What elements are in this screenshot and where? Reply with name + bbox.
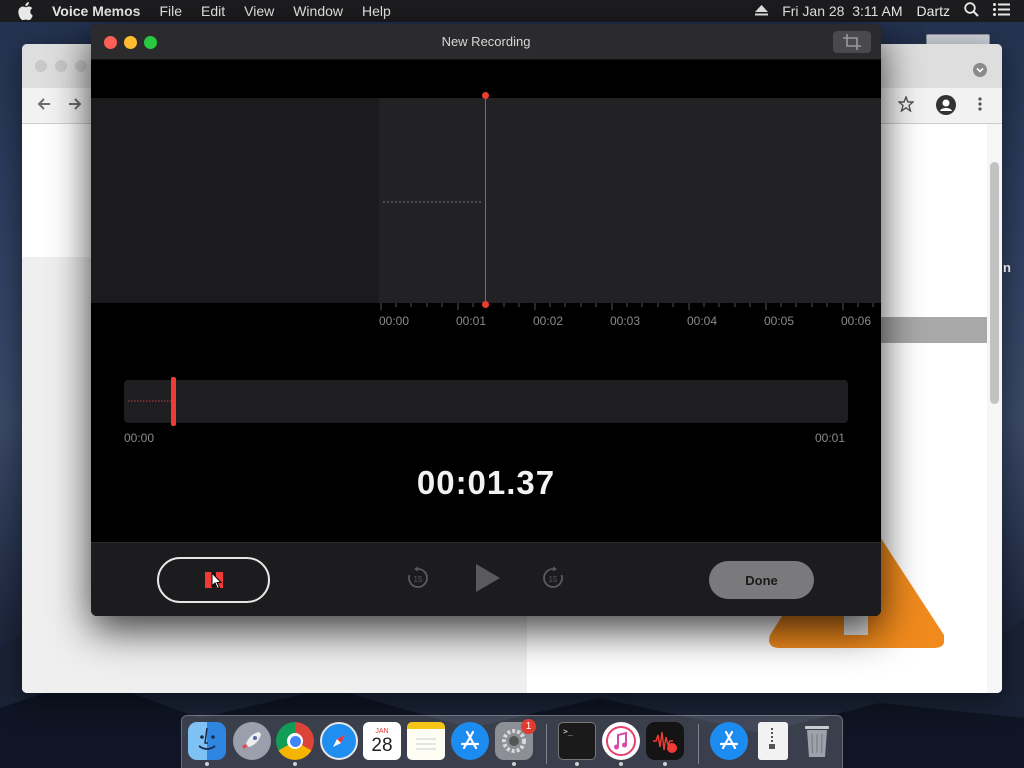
browser-tab-menu-icon[interactable] (973, 63, 987, 77)
downloads-app-store-icon[interactable] (710, 722, 748, 760)
calendar-icon[interactable]: JAN 28 (363, 722, 401, 760)
calendar-day: 28 (371, 734, 393, 756)
menubar-user[interactable]: Dartz (917, 3, 950, 19)
dock: JAN 28 1 >_ (181, 715, 843, 768)
skip-back-icon: 15 (408, 566, 428, 588)
elapsed-timer: 00:01.37 (416, 464, 556, 501)
app-store-icon[interactable] (451, 722, 489, 760)
overview-start-time: 00:00 (124, 431, 155, 445)
overview-scrubber[interactable] (124, 380, 848, 423)
finder-icon[interactable] (188, 722, 226, 760)
control-bar: 15 15 Done (91, 542, 881, 616)
launchpad-icon[interactable] (233, 722, 271, 760)
voice-memos-icon[interactable] (646, 722, 684, 760)
window-titlebar: New Recording (91, 24, 881, 60)
skip-forward-label: 15 (549, 575, 558, 584)
running-indicator (512, 762, 516, 766)
document-icon[interactable] (758, 722, 788, 760)
pause-recording-button[interactable] (157, 557, 270, 603)
overview-end-time: 00:01 (815, 431, 846, 445)
overview-waveform-trace (128, 400, 173, 402)
browser-minimize-button[interactable] (55, 60, 67, 72)
safari-icon[interactable] (320, 722, 358, 760)
eject-icon[interactable] (755, 3, 769, 19)
ruler-label: 00:00 (379, 314, 410, 328)
trash-icon[interactable] (798, 722, 836, 760)
browser-close-button[interactable] (35, 60, 47, 72)
back-arrow-icon[interactable] (34, 96, 54, 116)
running-indicator (293, 762, 297, 766)
running-indicator (663, 762, 667, 766)
menu-file[interactable]: File (159, 0, 182, 22)
menu-view[interactable]: View (244, 0, 274, 22)
skip-forward-icon: 15 (543, 566, 563, 588)
terminal-icon[interactable]: >_ (558, 722, 596, 760)
page-gray-strip (880, 317, 987, 343)
running-indicator (619, 762, 623, 766)
menu-bar: Voice Memos File Edit View Window Help F… (0, 0, 1024, 22)
ruler-label: 00:06 (841, 314, 872, 328)
play-icon (476, 564, 500, 592)
ruler-label: 00:04 (687, 314, 718, 328)
skip-forward-15-button[interactable]: 15 (538, 563, 568, 593)
spotlight-search-icon[interactable] (964, 2, 979, 20)
profile-avatar-icon[interactable] (936, 95, 956, 115)
browser-menu-icon[interactable] (977, 96, 983, 117)
voice-memos-window: New Recording 00:00 00:01 00:02 00:03 00… (91, 24, 881, 616)
menu-window[interactable]: Window (293, 0, 343, 22)
window-title: New Recording (441, 34, 531, 49)
menu-edit[interactable]: Edit (201, 0, 225, 22)
running-indicator (205, 762, 209, 766)
notes-icon[interactable] (407, 722, 445, 760)
ruler-label: 00:01 (456, 314, 487, 328)
running-indicator (575, 762, 579, 766)
skip-back-15-button[interactable]: 15 (403, 563, 433, 593)
playhead[interactable] (482, 92, 489, 308)
overview-playhead[interactable] (171, 377, 176, 426)
notification-center-icon[interactable] (993, 3, 1010, 19)
chrome-icon[interactable] (276, 722, 314, 760)
notification-badge: 1 (521, 719, 536, 734)
ruler-label: 00:05 (764, 314, 795, 328)
itunes-icon[interactable] (602, 722, 640, 760)
dock-separator (546, 724, 547, 764)
play-button[interactable] (472, 563, 502, 593)
ruler-label: 00:03 (610, 314, 641, 328)
bookmark-star-icon[interactable] (897, 95, 915, 117)
ruler-label: 00:02 (533, 314, 564, 328)
browser-partial-text: n (1003, 260, 1011, 275)
apple-menu-icon[interactable] (18, 2, 36, 20)
browser-scrollbar[interactable] (990, 162, 999, 404)
browser-zoom-button[interactable] (75, 60, 87, 72)
menu-help[interactable]: Help (362, 0, 391, 22)
waveform-trace (383, 201, 483, 203)
mouse-cursor-icon (211, 572, 223, 590)
done-button[interactable]: Done (709, 561, 814, 599)
forward-arrow-icon[interactable] (65, 96, 85, 116)
menu-app-name[interactable]: Voice Memos (52, 0, 140, 22)
trim-button[interactable] (833, 31, 871, 53)
crop-icon (843, 34, 861, 50)
menubar-clock[interactable]: Fri Jan 28 3:11 AM (782, 3, 902, 19)
dock-separator (698, 724, 699, 764)
skip-back-label: 15 (414, 575, 423, 584)
